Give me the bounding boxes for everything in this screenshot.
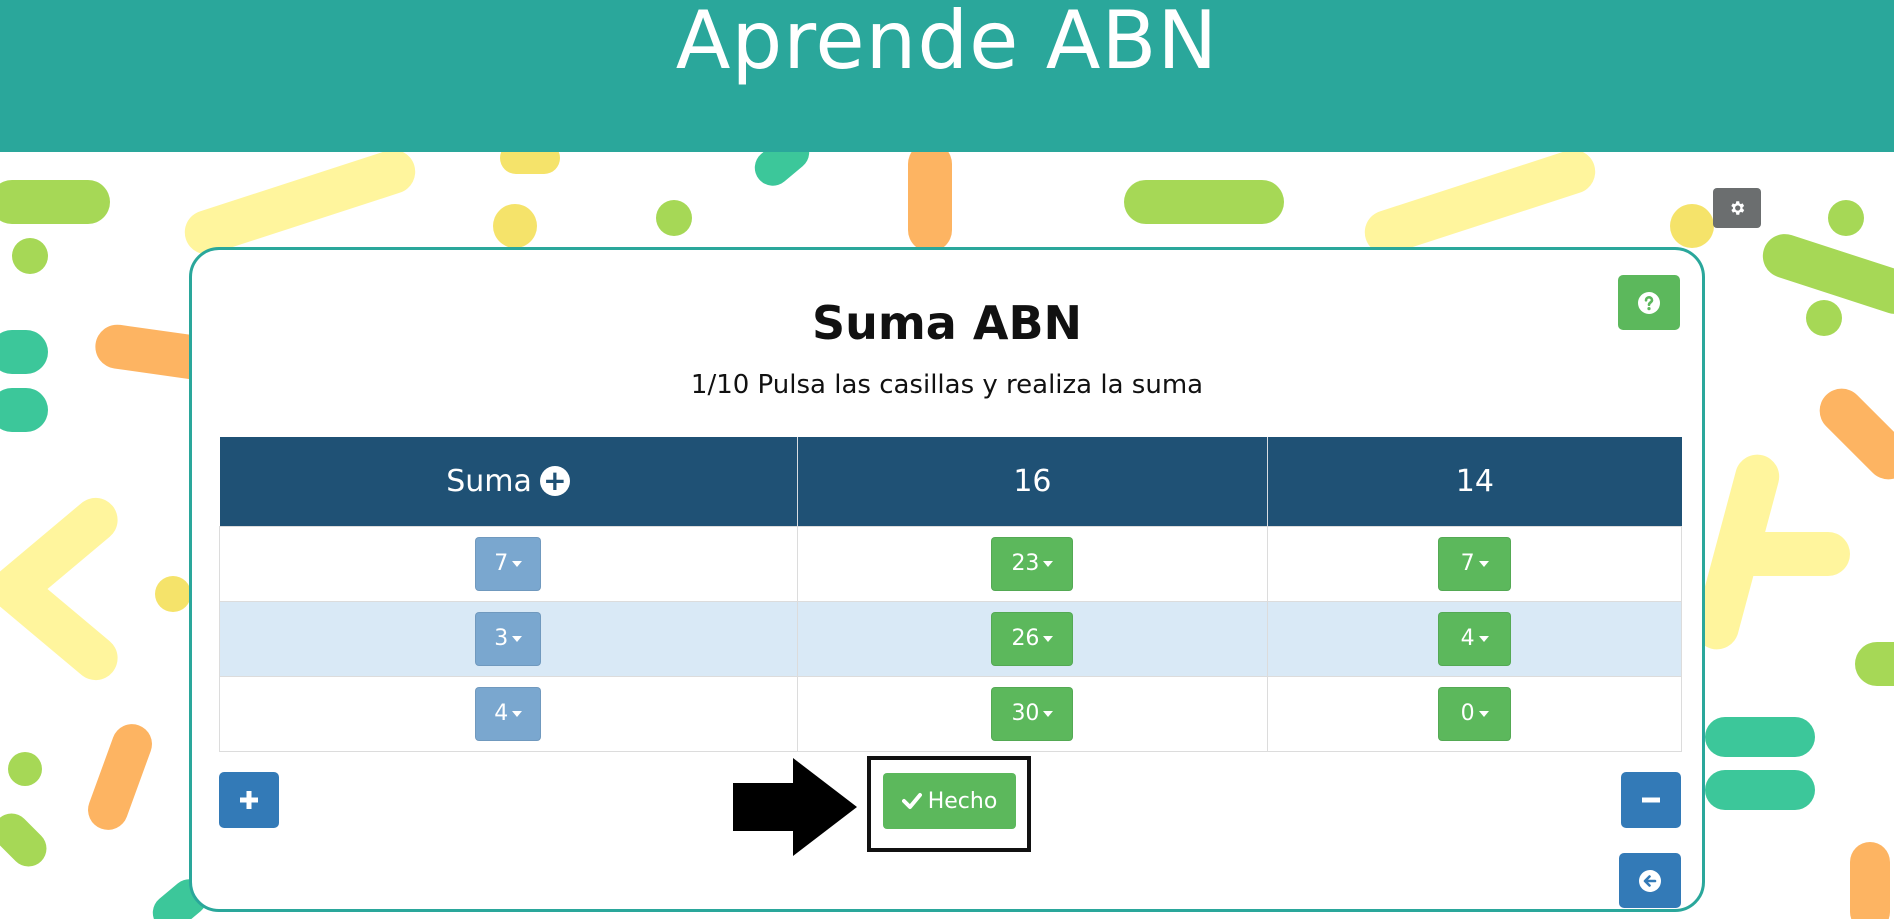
- table-cell: 7: [1267, 525, 1682, 602]
- caret-down-icon: [512, 560, 523, 567]
- check-icon: [901, 793, 922, 809]
- plus-circle-icon: +: [539, 466, 570, 497]
- caret-down-icon: [512, 635, 523, 642]
- cell-dropdown[interactable]: 0: [1438, 686, 1512, 741]
- table-cell: 23: [796, 525, 1269, 602]
- highlight-frame: Hecho: [867, 756, 1031, 852]
- gear-icon: [1731, 201, 1745, 215]
- done-button[interactable]: Hecho: [883, 773, 1016, 829]
- caret-down-icon: [1043, 710, 1054, 717]
- table-cell: 4: [219, 675, 798, 752]
- app-page: Aprende ABN Suma ABN 1/10 Pulsa las casi…: [0, 0, 1894, 919]
- table-header-row: Suma + 16 14: [219, 437, 1682, 526]
- back-button[interactable]: [1619, 853, 1681, 908]
- exercise-card: Suma ABN 1/10 Pulsa las casillas y reali…: [189, 247, 1705, 912]
- table-cell: 3: [219, 600, 798, 677]
- remove-row-button[interactable]: [1621, 772, 1681, 828]
- app-header: Aprende ABN: [0, 0, 1894, 152]
- caret-down-icon: [1478, 560, 1489, 567]
- caret-down-icon: [1043, 635, 1054, 642]
- cell-dropdown[interactable]: 7: [475, 536, 542, 591]
- table-cell: 4: [1267, 600, 1682, 677]
- table-cell: 0: [1267, 675, 1682, 752]
- cell-dropdown[interactable]: 3: [475, 611, 542, 666]
- table-row: 3 26 4: [219, 600, 1682, 677]
- plus-icon: [240, 791, 258, 809]
- column-header-label: Suma: [446, 463, 532, 499]
- done-button-label: Hecho: [927, 788, 998, 814]
- table-row: 7 23 7: [219, 525, 1682, 602]
- arrow-left-circle-icon: [1639, 869, 1661, 892]
- table-cell: 7: [219, 525, 798, 602]
- caret-down-icon: [512, 710, 523, 717]
- table-cell: 26: [796, 600, 1269, 677]
- column-header-suma: Suma +: [219, 437, 798, 526]
- caret-down-icon: [1478, 710, 1489, 717]
- column-header-first-addend: 16: [797, 437, 1269, 526]
- pointer-arrow-icon: [733, 758, 857, 856]
- minus-icon: [1642, 797, 1660, 803]
- app-title: Aprende ABN: [675, 0, 1219, 87]
- abn-table: Suma + 16 14 7 23 7 3 26 4 4 30 0: [219, 437, 1682, 752]
- caret-down-icon: [1478, 635, 1489, 642]
- add-row-button[interactable]: [219, 772, 279, 828]
- cell-dropdown[interactable]: 4: [1438, 611, 1512, 666]
- table-cell: 30: [796, 675, 1269, 752]
- cell-dropdown[interactable]: 23: [991, 536, 1074, 591]
- exercise-title: Suma ABN: [811, 296, 1083, 350]
- cell-dropdown[interactable]: 7: [1438, 536, 1512, 591]
- cell-dropdown[interactable]: 26: [991, 611, 1074, 666]
- cell-dropdown[interactable]: 30: [991, 686, 1074, 741]
- cell-dropdown[interactable]: 4: [475, 686, 542, 741]
- settings-button[interactable]: [1713, 188, 1761, 228]
- exercise-instruction: 1/10 Pulsa las casillas y realiza la sum…: [690, 370, 1204, 400]
- table-row: 4 30 0: [219, 675, 1682, 752]
- caret-down-icon: [1043, 560, 1054, 567]
- column-header-second-addend: 14: [1267, 437, 1682, 526]
